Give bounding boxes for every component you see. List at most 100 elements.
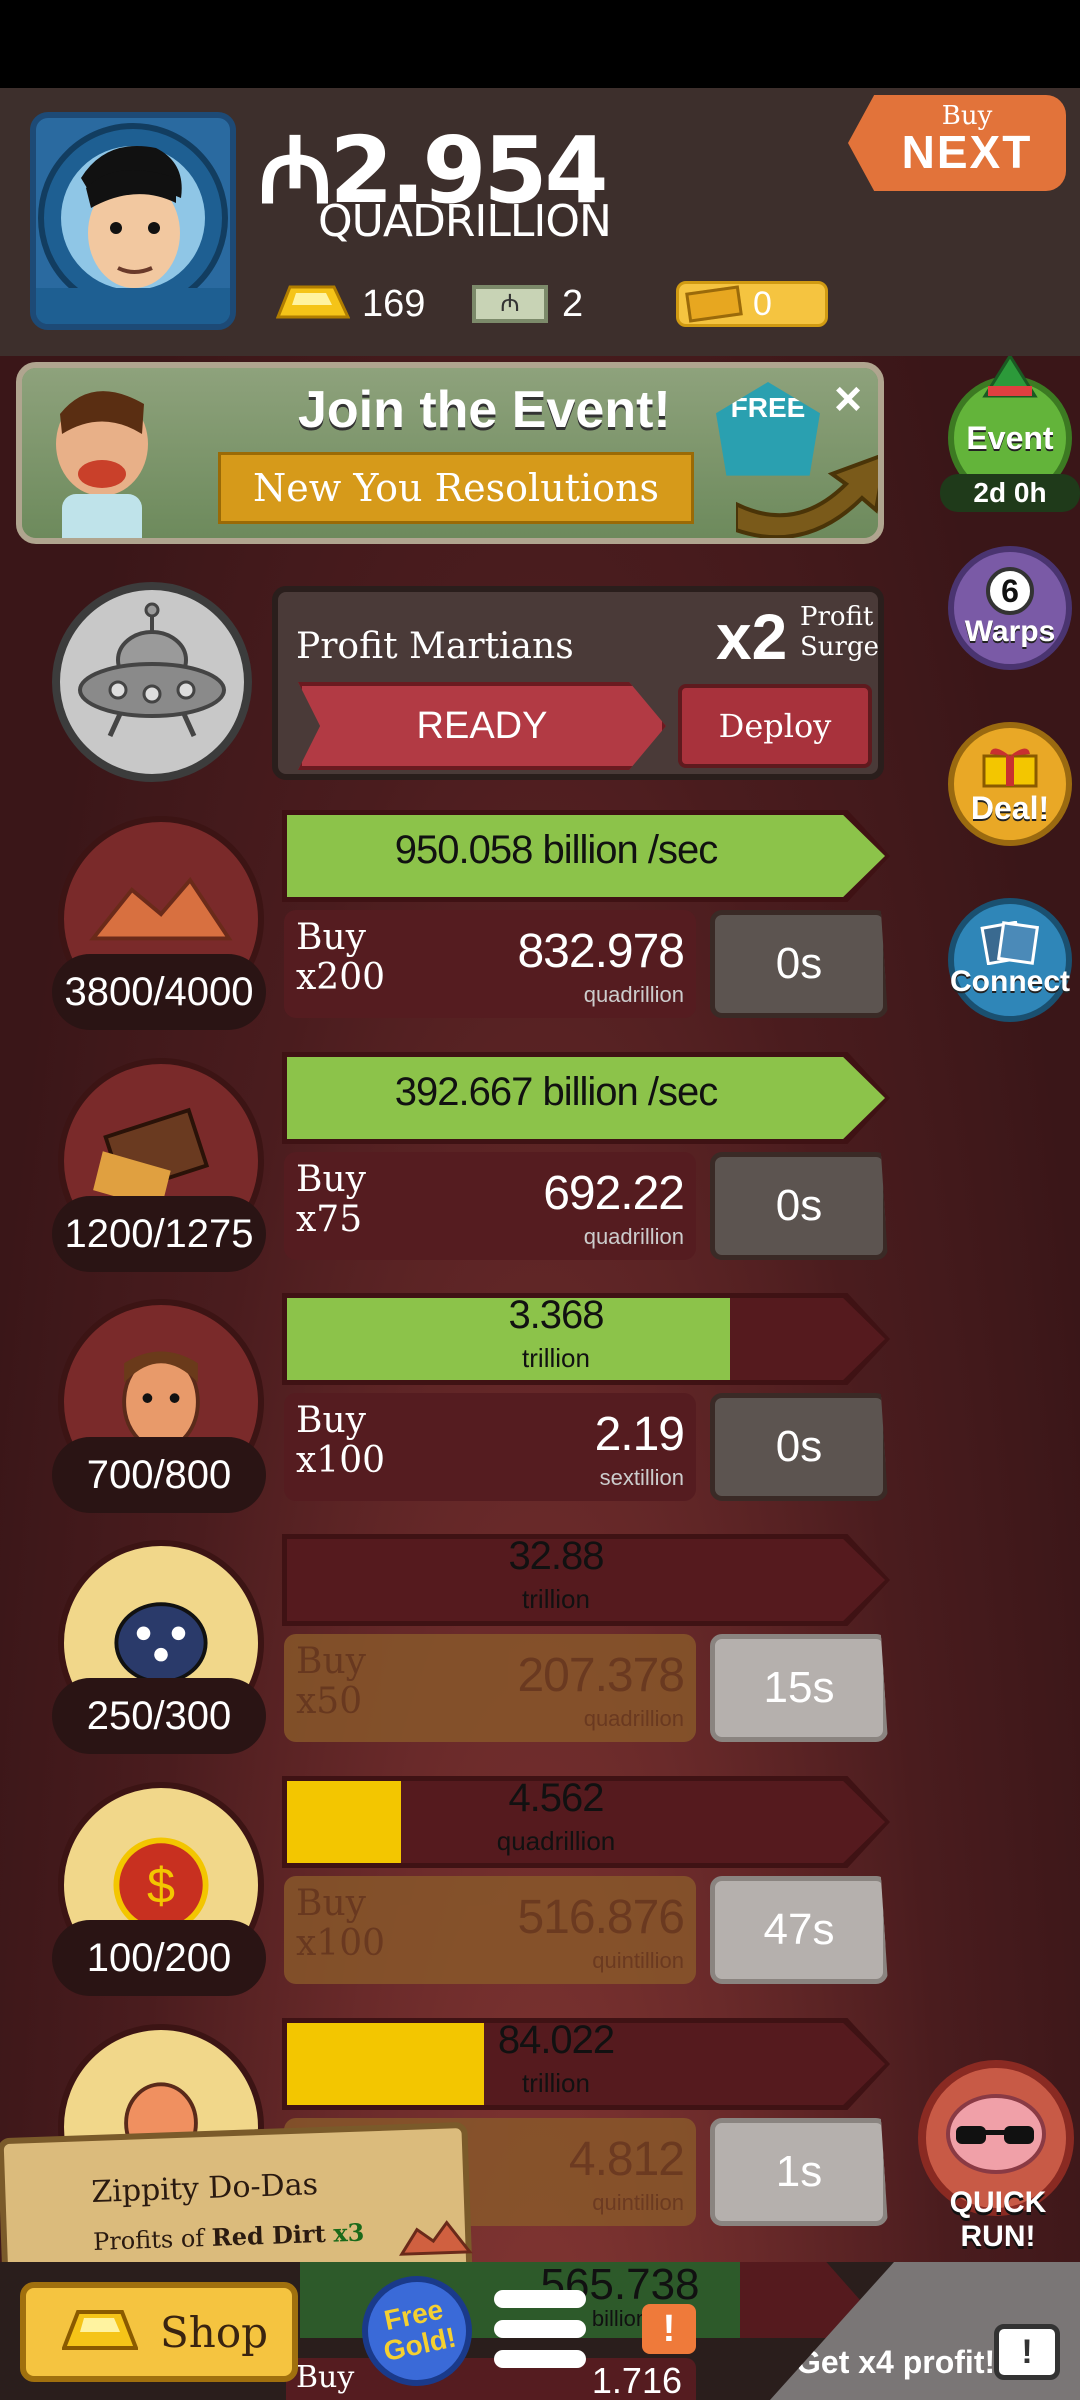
partial-buy-box: Buy 1.716 bbox=[286, 2358, 696, 2400]
business-progress-bar[interactable]: 950.058 billion /sec bbox=[282, 810, 890, 902]
toast-line: Profits of Red Dirt x3 bbox=[93, 2218, 365, 2256]
shop-button[interactable]: Shop bbox=[20, 2282, 298, 2382]
close-icon[interactable]: × bbox=[834, 372, 862, 427]
toast-multiplier: x3 bbox=[332, 2217, 365, 2248]
game-screen: ₼2.954 QUADRILLION 169 ₼ 2 0 Buy NEXT Jo… bbox=[0, 0, 1080, 2400]
partial-buy-label: Buy bbox=[296, 2360, 355, 2395]
buy-cost: 207.378 bbox=[517, 1649, 685, 1702]
ticket-bar: 0 bbox=[676, 281, 828, 327]
buy-cost-unit: quintillion bbox=[592, 1948, 684, 1973]
buy-label: Buy x100 bbox=[296, 1883, 386, 1964]
deal-label: Deal! bbox=[970, 789, 1050, 826]
business-count: 1200/1275 bbox=[52, 1196, 266, 1272]
event-banner[interactable]: Join the Event! New You Resolutions FREE… bbox=[16, 362, 884, 544]
arrow-right-icon bbox=[736, 454, 878, 538]
ufo-icon bbox=[78, 602, 226, 738]
event-character-icon bbox=[56, 391, 148, 538]
partial-cost: 1.716 bbox=[591, 2360, 682, 2400]
connect-label: Connect bbox=[950, 965, 1070, 998]
ready-indicator: READY bbox=[298, 682, 666, 770]
surge-line1: Profit bbox=[800, 602, 874, 632]
martians-card: Profit Martians x2 Profit Surge READY De… bbox=[272, 586, 884, 780]
surge-line2: Surge bbox=[800, 632, 880, 662]
business-timer[interactable]: 15s bbox=[710, 1634, 888, 1742]
business-progress-bar[interactable]: 32.88 trillion bbox=[282, 1534, 890, 1626]
event-title: Join the Event! bbox=[298, 381, 671, 439]
buy-button[interactable]: Buy x100 2.19 sextillion bbox=[284, 1393, 696, 1501]
deal-button[interactable]: Deal! bbox=[948, 722, 1072, 846]
deploy-button[interactable]: Deploy bbox=[678, 684, 872, 768]
brain-sunglasses-icon bbox=[946, 2094, 1046, 2174]
quick-run-label: QUICK RUN! bbox=[949, 2186, 1047, 2253]
toast-prefix: Profits of bbox=[92, 2224, 205, 2256]
connect-button[interactable]: Connect bbox=[948, 898, 1072, 1022]
event-timer: 2d 0h bbox=[940, 474, 1080, 512]
business-timer[interactable]: 47s bbox=[710, 1876, 888, 1984]
gold-counter[interactable]: 169 bbox=[276, 276, 425, 332]
martians-title: Profit Martians bbox=[296, 626, 574, 667]
buy-cost: 516.876 bbox=[517, 1891, 685, 1944]
profit-surge-label: Profit Surge bbox=[800, 602, 879, 662]
money-unit: QUADRILLION bbox=[318, 196, 612, 247]
business-count: 700/800 bbox=[52, 1437, 266, 1513]
tv-ad-icon: ! bbox=[994, 2324, 1060, 2380]
buy-cost-unit: quadrillion bbox=[583, 982, 684, 1007]
buy-label: Buy x200 bbox=[296, 917, 386, 998]
buy-button[interactable]: Buy x75 692.22 quadrillion bbox=[284, 1152, 696, 1260]
warps-button[interactable]: 6 Warps bbox=[948, 546, 1072, 670]
business-timer[interactable]: 0s bbox=[710, 1393, 888, 1501]
business-timer[interactable]: 1s bbox=[710, 2118, 888, 2226]
business-progress-bar[interactable]: 4.562 quadrillion bbox=[282, 1776, 890, 1868]
player-avatar[interactable] bbox=[30, 112, 236, 330]
business-rate-unit: quadrillion bbox=[496, 1826, 616, 1856]
get-profit-label: Get x4 profit! bbox=[796, 2344, 996, 2380]
business-count: 3800/4000 bbox=[52, 954, 266, 1030]
gift-box-icon bbox=[982, 747, 1038, 787]
business-progress-bar[interactable]: 84.022 trillion bbox=[282, 2018, 890, 2110]
buy-cost-unit: quadrillion bbox=[583, 1706, 684, 1731]
buy-label: Buy x100 bbox=[296, 1400, 386, 1481]
business-rate-unit: trillion bbox=[522, 2068, 590, 2098]
buy-label: Buy x50 bbox=[296, 1641, 366, 1722]
ticket-icon bbox=[685, 285, 743, 323]
business-count: 250/300 bbox=[52, 1678, 266, 1754]
business-rate-unit: trillion bbox=[522, 1343, 590, 1373]
alert-icon[interactable]: ! bbox=[642, 2304, 696, 2354]
shop-label: Shop bbox=[160, 2307, 268, 2357]
business-progress-bar[interactable]: 3.368 trillion bbox=[282, 1293, 890, 1385]
business-progress-bar[interactable]: 392.667 billion /sec bbox=[282, 1052, 890, 1144]
buy-button[interactable]: Buy x200 832.978 quadrillion bbox=[284, 910, 696, 1018]
buy-cost: 832.978 bbox=[517, 925, 685, 978]
event-subtitle: New You Resolutions bbox=[218, 452, 694, 524]
menu-button[interactable] bbox=[494, 2290, 586, 2376]
martian-ufo-avatar[interactable] bbox=[52, 582, 252, 782]
gold-bar-icon bbox=[62, 2310, 138, 2350]
business-rate: 950.058 billion /sec bbox=[394, 828, 718, 872]
status-bar bbox=[0, 0, 1080, 88]
business-rate: 4.562 bbox=[508, 1776, 604, 1820]
event-label: Event bbox=[966, 419, 1054, 456]
martians-multiplier: x2 bbox=[716, 601, 788, 673]
business-rate: 32.88 bbox=[508, 1534, 604, 1578]
megabucks-counter[interactable]: ₼ 2 bbox=[472, 276, 583, 332]
megabucks-count: 2 bbox=[562, 282, 584, 325]
buy-label: Buy x75 bbox=[296, 1159, 366, 1240]
buy-button[interactable]: Buy x100 516.876 quintillion bbox=[284, 1876, 696, 1984]
buy-cost: 4.812 bbox=[568, 2133, 685, 2186]
gold-count: 169 bbox=[362, 282, 426, 325]
warps-label: Warps bbox=[964, 615, 1056, 648]
buy-next-button[interactable]: Buy NEXT bbox=[848, 95, 1066, 191]
tickets-counter[interactable]: 0 bbox=[676, 276, 828, 332]
svg-text:$: $ bbox=[147, 1856, 175, 1913]
buy-cost: 2.19 bbox=[594, 1408, 685, 1461]
cards-icon bbox=[980, 921, 1040, 965]
business-rate: 3.368 bbox=[508, 1293, 604, 1337]
business-timer[interactable]: 0s bbox=[710, 1152, 888, 1260]
business-timer[interactable]: 0s bbox=[710, 910, 888, 1018]
buy-cost-unit: quadrillion bbox=[583, 1224, 684, 1249]
buy-button[interactable]: Buy x50 207.378 quadrillion bbox=[284, 1634, 696, 1742]
toast-title: Zippity Do-Das bbox=[90, 2167, 319, 2210]
red-dirt-icon bbox=[399, 2220, 473, 2256]
buy-cost-unit: quintillion bbox=[592, 2190, 684, 2215]
tickets-count: 0 bbox=[753, 284, 772, 323]
